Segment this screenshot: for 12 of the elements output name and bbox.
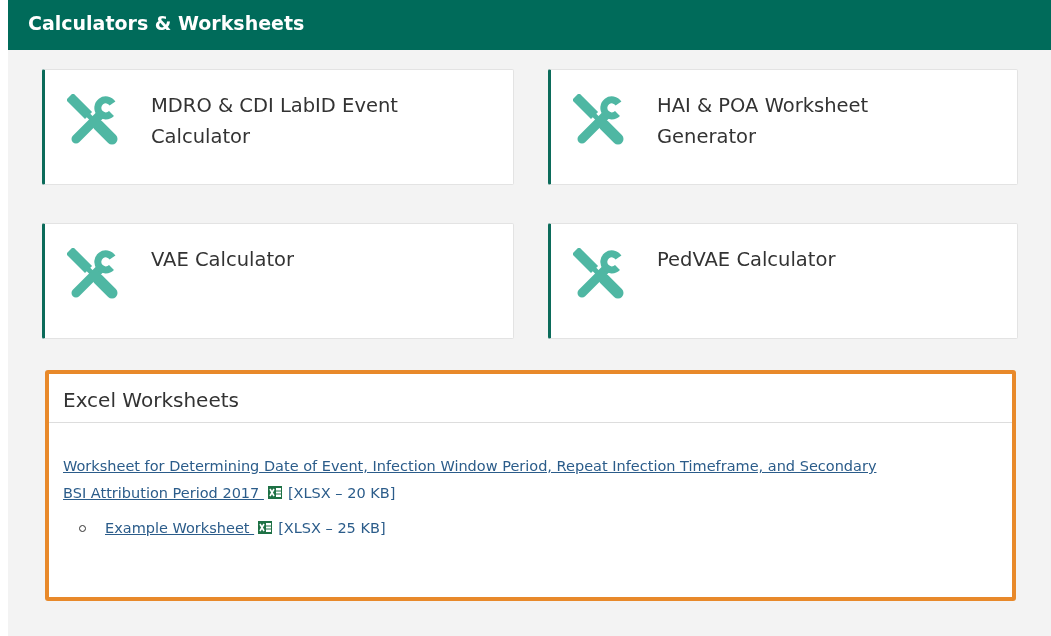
file-size: [XLSX – 25 KB]	[278, 520, 386, 536]
calculator-card[interactable]: MDRO & CDI LabID Event Calculator	[42, 69, 514, 185]
spreadsheet-icon	[267, 486, 282, 499]
worksheet-link[interactable]: Example Worksheet	[105, 520, 255, 536]
calculator-card[interactable]: PedVAE Calculator	[548, 223, 1018, 339]
calculator-card[interactable]: HAI & POA Worksheet Generator	[548, 69, 1018, 185]
section-header: Calculators & Worksheets	[8, 0, 1051, 50]
panel-title: Excel Worksheets	[49, 374, 1012, 423]
file-size: [XLSX – 20 KB]	[287, 485, 396, 501]
worksheet-link[interactable]: Worksheet for Determining Date of Event, Infection Window Period, Repeat Infection Timeframe, and Secondary BSI Attribution Period 2017 [XLSX – 20 KB]	[63, 453, 883, 507]
calculator-card[interactable]: VAE Calculator	[42, 223, 514, 339]
spreadsheet-icon	[258, 521, 273, 534]
